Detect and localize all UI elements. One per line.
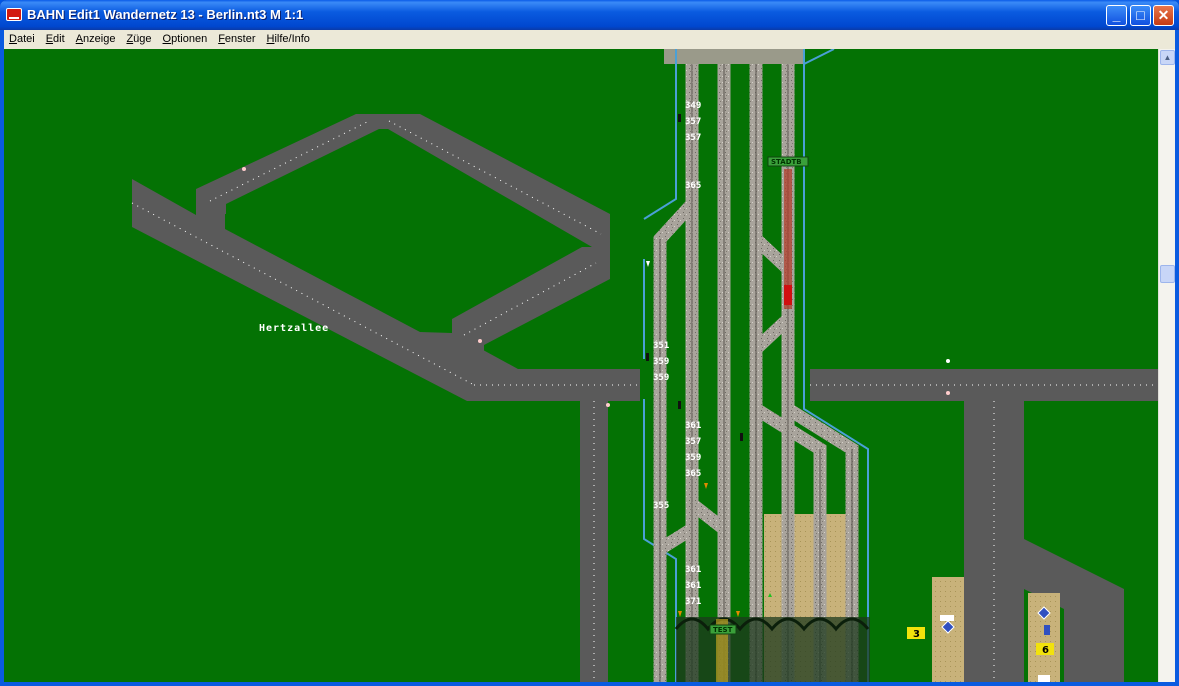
track-number: 357 <box>685 117 701 127</box>
track-number: 361 <box>685 581 701 591</box>
window-frame-bottom <box>0 682 1179 686</box>
menu-fenster[interactable]: Fenster <box>213 30 261 49</box>
network-map[interactable]: Hertzallee STADTB TEST 349 357 357 365 3… <box>4 49 1158 682</box>
station-label-stadtb: STADTB <box>771 158 802 166</box>
title-bar[interactable]: BAHN Edit1 Wandernetz 13 - Berlin.nt3 M … <box>0 0 1179 30</box>
station-label-test: TEST <box>713 626 733 634</box>
maximize-button[interactable]: □ <box>1130 5 1151 26</box>
platform-number: 6 <box>1042 645 1049 656</box>
menu-bar: Datei Edit Anzeige Züge Optionen Fenster… <box>4 30 1175 49</box>
menu-zuege[interactable]: Züge <box>121 30 157 49</box>
track-number: 359 <box>685 453 701 463</box>
scroll-thumb[interactable] <box>1160 265 1175 283</box>
train-app-icon[interactable] <box>6 8 22 21</box>
vertical-scrollbar[interactable]: ▲ <box>1158 49 1175 682</box>
street-name-label: Hertzallee <box>259 323 329 334</box>
window-frame-left <box>0 30 4 686</box>
close-button[interactable]: ✕ <box>1153 5 1174 26</box>
track-number: 359 <box>653 373 669 383</box>
road-network <box>132 49 1158 682</box>
track-number: 361 <box>685 565 701 575</box>
track-number: 365 <box>685 469 701 479</box>
menu-edit[interactable]: Edit <box>41 30 71 49</box>
platform-number: 3 <box>913 629 920 640</box>
track-number: 361 <box>685 421 701 431</box>
window-title: BAHN Edit1 Wandernetz 13 - Berlin.nt3 M … <box>27 7 304 22</box>
track-number: 351 <box>653 341 669 351</box>
minimize-button[interactable]: _ <box>1106 5 1127 26</box>
app-window: BAHN Edit1 Wandernetz 13 - Berlin.nt3 M … <box>0 0 1179 686</box>
track-number: 359 <box>653 357 669 367</box>
track-number: 355 <box>653 501 669 511</box>
scroll-up-arrow-icon[interactable]: ▲ <box>1160 50 1175 65</box>
menu-hilfe[interactable]: Hilfe/Info <box>262 30 316 49</box>
menu-datei[interactable]: Datei <box>4 30 41 49</box>
track-number: 365 <box>685 181 701 191</box>
track-number: 357 <box>685 437 701 447</box>
track-number: 357 <box>685 133 701 143</box>
window-frame-right <box>1175 30 1179 686</box>
menu-optionen[interactable]: Optionen <box>158 30 214 49</box>
train-locomotive[interactable] <box>784 285 792 305</box>
station-hall <box>674 617 870 682</box>
track-number: 371 <box>685 597 701 607</box>
track-number: 349 <box>685 101 701 111</box>
menu-anzeige[interactable]: Anzeige <box>71 30 122 49</box>
map-canvas[interactable]: Hertzallee STADTB TEST 349 357 357 365 3… <box>4 49 1158 682</box>
